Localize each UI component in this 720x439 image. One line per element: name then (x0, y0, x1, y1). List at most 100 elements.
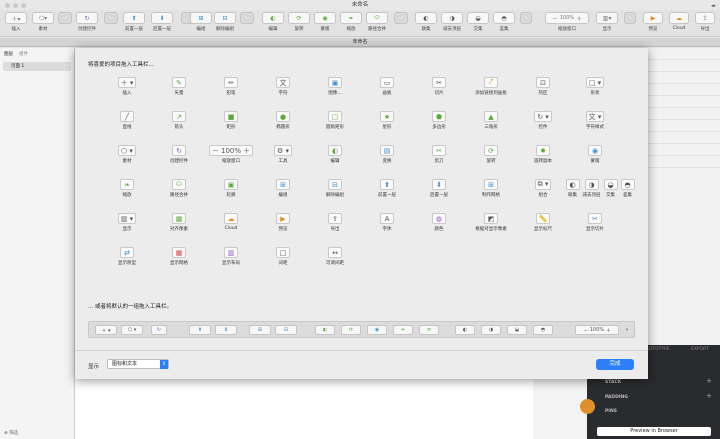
tab-components[interactable]: 组件 (19, 51, 28, 57)
toolbar-item-forward[interactable]: ⬆ 前置一层 (362, 179, 412, 205)
toolbar-item-arrow[interactable]: ↗ 箭头 (154, 111, 204, 137)
subtract-button[interactable]: ◑ 减去顶层 (441, 12, 463, 32)
blank-slot (240, 12, 254, 24)
toolbar-item-oval[interactable]: ● 椭圆形 (258, 111, 308, 137)
mask-button[interactable]: ◉ 蒙版 (314, 12, 336, 32)
toolbar-item-text[interactable]: 文字符 (258, 77, 308, 103)
toolbar-item-artboard[interactable]: ▭ 画板 (362, 77, 412, 103)
toolbar-item-font[interactable]: A 字体 (362, 213, 412, 239)
combine-button[interactable]: ◐ 联集 (415, 12, 437, 32)
scale-button[interactable]: ❧ 缩放 (340, 12, 362, 32)
toolbar-item-color[interactable]: ◍ 颜色 (414, 213, 464, 239)
toolbar-item-hotspot[interactable]: ⊡ 热区 (518, 77, 568, 103)
toolbar-item-transform[interactable]: ▤ 变换 (362, 145, 412, 171)
toolbar-item-rectangle[interactable]: ■ 矩形 (206, 111, 256, 137)
toolbar-item-vector[interactable]: ✎ 矢量 (154, 77, 204, 103)
ungroup-button[interactable]: ⊟ 解除编组 (214, 12, 236, 32)
rotate-button[interactable]: ⟳ 旋转 (288, 12, 310, 32)
toolbar-item-group[interactable]: ⊞ 编组 (258, 179, 308, 205)
backward-button[interactable]: ⬇ 后置一层 (151, 12, 173, 32)
intersect-button[interactable]: ◒ 交集 (467, 12, 489, 32)
difference-button[interactable]: ◓ 差集 (493, 12, 515, 32)
toolbar-item-prototype[interactable]: ⇄ 显示原型 (102, 247, 152, 273)
zoom-window-button[interactable] (21, 3, 26, 8)
forward-button[interactable]: ⬆ 前置一层 (123, 12, 145, 32)
view-button[interactable]: ▥▾ 显示 (596, 12, 618, 32)
tab-layers[interactable]: 图层 (4, 51, 13, 57)
toolbar-item-backward[interactable]: ⬇ 后置一层 (414, 179, 464, 205)
union-path-button[interactable]: ⬭ 路径合并 (366, 12, 388, 32)
zoom-in-icon[interactable]: ＋ (576, 14, 582, 23)
toolbar-item-create-symbol[interactable]: ↻ 创建控件 (154, 145, 204, 171)
toolbar-item-scissors[interactable]: ✂ 剪刀 (414, 145, 464, 171)
toolbar-item-pencil[interactable]: ✏ 铅笔 (206, 77, 256, 103)
export-button[interactable]: ⇪ 导出 (695, 12, 715, 32)
toolbar-item-mask[interactable]: ◉ 蒙版 (570, 145, 620, 171)
toolbar-item-path-union[interactable]: ⬭ 路径合并 (154, 179, 204, 205)
page-item[interactable]: 页面 1 (3, 62, 71, 71)
toolbar-item-label: 创建控件 (170, 159, 188, 164)
toolbar-item-grid-show[interactable]: ▦ 显示网格 (154, 247, 204, 273)
zoom-control[interactable]: － 100% ＋缩放窗口 (545, 12, 589, 32)
toolbar-item-layout[interactable]: ▥ 显示布局 (206, 247, 256, 273)
toolbar-item-text-style[interactable]: 文 ▾ 字符样式 (570, 111, 620, 137)
toolbar-item-cloud[interactable]: ☁ Cloud (206, 213, 256, 239)
toolbar-item-star[interactable]: ★ 星形 (362, 111, 412, 137)
preview-in-browser-button[interactable]: Preview in Browser (597, 427, 711, 436)
toolbar-item-boolean[interactable]: ◐ 联集 ◑ 减去顶层 ◒ 交集 ◓ 差集 (550, 179, 650, 205)
create-symbol-button[interactable]: ↻ 创建控件 (76, 12, 98, 32)
toolbar-item-flexible-spacer[interactable]: ↔ 可调间距 (310, 247, 360, 273)
toolbar-item-view[interactable]: ▥ ▾ 显示 (102, 213, 152, 239)
insert-button[interactable]: ＋▾ 插入 (5, 12, 27, 32)
toolbar-item-rounded-rect[interactable]: ▢ 圆角矩形 (310, 111, 360, 137)
toolbar-item-outline[interactable]: ▣ 轮廓 (206, 179, 256, 205)
toolbar-item-grid[interactable]: ⊞ 制作网格 (466, 179, 516, 205)
toolbar-item-line[interactable]: ╱ 直线 (102, 111, 152, 137)
toolbar-item-link[interactable]: ⤤ 添加链接到画板 (466, 77, 516, 103)
toolbar-item-slices[interactable]: ✂ 显示切片 (570, 213, 620, 239)
show-select[interactable]: 图标和文本 ⇕ (107, 359, 169, 369)
toolbar-item-triangle[interactable]: ▲ 三角形 (466, 111, 516, 137)
symbol-icon: ↻ (76, 12, 98, 24)
close-window-button[interactable] (5, 3, 10, 8)
toolbar-item-tools[interactable]: ⚙ ▾ 工具 (258, 145, 308, 171)
toolbar-item-scale[interactable]: ❧ 缩放 (102, 179, 152, 205)
toolbar-item-slice[interactable]: ✂ 切片 (414, 77, 464, 103)
preview-button[interactable]: ▶ 预览 (643, 12, 663, 32)
group-button[interactable]: ⊞ 编组 (190, 12, 212, 32)
toolbar-item-image[interactable]: ▣ 图像... (310, 77, 360, 103)
toolbar-item-insert[interactable]: ＋ ▾ 插入 (102, 77, 152, 103)
add-padding-icon[interactable]: + (706, 392, 712, 400)
toolbar-item-label: 形状 (590, 91, 600, 96)
cloud-button[interactable]: ☁ Cloud (669, 12, 689, 31)
toolbar-item-assets[interactable]: ⬡ ▾ 素材 (102, 145, 152, 171)
toolbar-item-rotate-copies[interactable]: ✹ 旋转副本 (518, 145, 568, 171)
toolbar-item-polygon[interactable]: ⬟ 多边形 (414, 111, 464, 137)
toolbar-item-pixel-fit[interactable]: ◩ 根据对显示像素 (466, 213, 516, 239)
toolbar-item-ungroup[interactable]: ⊟ 解除编组 (310, 179, 360, 205)
edit-button[interactable]: ◐ 编辑 (262, 12, 284, 32)
toolbar-item-spacer[interactable]: □ 间距 (258, 247, 308, 273)
toolbar-item-export[interactable]: ⇪ 导出 (310, 213, 360, 239)
blank-slot (104, 12, 118, 24)
toolbar-item-edit[interactable]: ◐ 编辑 (310, 145, 360, 171)
toolbar-item-preview[interactable]: ▶ 预览 (258, 213, 308, 239)
toolbar-item-symbol[interactable]: ↻ ▾ 控件 (518, 111, 568, 137)
default-toolbar-set[interactable]: ＋ ▾ ⬡ ▾ ↻ ⬆ ⬇ ⊞ ⊟ ◐ ⟳ ◉ ❧ ⬭ ◐ ◑ ◒ ◓ － 10… (88, 321, 635, 338)
toolbar-item-zoom[interactable]: － 100% ＋ 缩放窗口 (206, 145, 256, 171)
minimize-window-button[interactable] (13, 3, 18, 8)
filter-field[interactable]: ⊕ 筛选 (4, 430, 18, 436)
add-stack-icon[interactable]: + (706, 377, 712, 385)
blank-slot (520, 12, 532, 24)
export-icon: ⇪ (695, 12, 715, 24)
avatar[interactable] (580, 399, 595, 414)
toolbar-item-shape[interactable]: □ ▾ 形状 (570, 77, 620, 103)
toolbar-item-rotate[interactable]: ⟳ 旋转 (466, 145, 516, 171)
toolbar-item-rulers[interactable]: 📏 显示标尺 (518, 213, 568, 239)
assets-button[interactable]: ⬡▾ 素材 (32, 12, 54, 32)
document-tab[interactable]: 未命名 (0, 38, 720, 47)
done-button[interactable]: 完成 (596, 359, 634, 370)
tab-export[interactable]: EXPORT (691, 347, 709, 352)
zoom-out-icon[interactable]: － (552, 14, 558, 23)
toolbar-item-pixel-align[interactable]: ▦ 对齐像素 (154, 213, 204, 239)
